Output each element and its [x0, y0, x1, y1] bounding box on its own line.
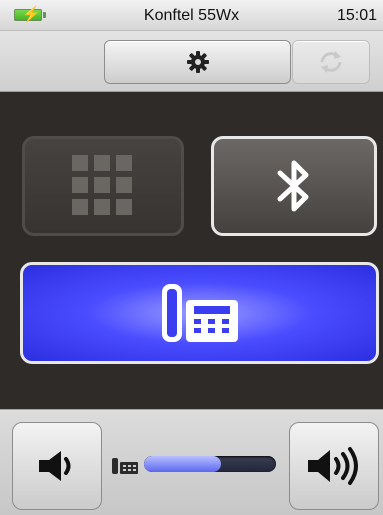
mode-panel: [0, 92, 383, 408]
sync-icon: [320, 51, 342, 73]
volume-up-button[interactable]: [289, 422, 379, 510]
volume-level-fill: [144, 456, 221, 472]
device-name: Konftel 55Wx: [143, 7, 240, 24]
toolbar: [0, 31, 383, 92]
desk-phone-icon: [112, 458, 138, 474]
desk-phone-icon: [161, 284, 238, 342]
bluetooth-button[interactable]: [211, 136, 377, 236]
volume-down-icon: [39, 451, 71, 481]
bluetooth-icon: [277, 160, 309, 212]
volume-bar: [0, 409, 383, 515]
settings-button[interactable]: [104, 40, 291, 84]
keypad-grid-icon: [72, 155, 132, 215]
keypad-button[interactable]: [22, 136, 184, 236]
volume-slider[interactable]: [144, 456, 276, 472]
status-bar: ⚡ Konftel 55Wx 15:01: [0, 0, 383, 31]
volume-up-icon: [308, 447, 358, 485]
desk-phone-button[interactable]: [20, 262, 379, 364]
clock: 15:01: [336, 7, 377, 24]
volume-down-button[interactable]: [12, 422, 102, 510]
gear-icon: [186, 51, 209, 73]
sync-button[interactable]: [292, 40, 370, 84]
